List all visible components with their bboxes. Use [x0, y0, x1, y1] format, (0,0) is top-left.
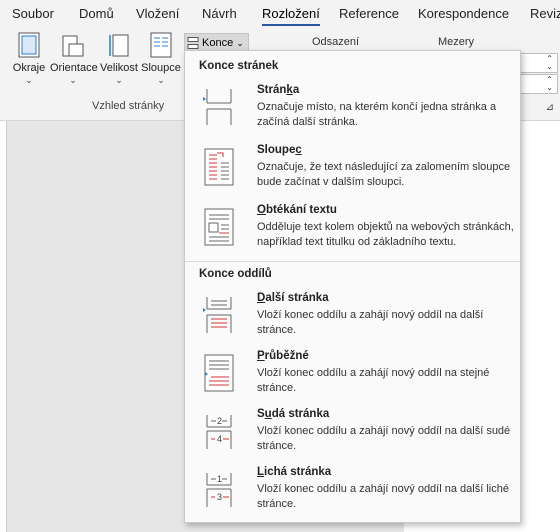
text-wrapping-icon	[204, 208, 234, 246]
odd-page-title: Lichá stránka	[257, 466, 332, 478]
next-page-icon	[203, 297, 232, 333]
orientation-label: Orientace	[50, 62, 98, 74]
tab-revize[interactable]: Reviz	[530, 6, 560, 21]
menu-item-even-page[interactable]: 2 4 Sudá stránka Vloží konec oddílu a za…	[185, 405, 520, 463]
tab-korespondence[interactable]: Korespondence	[418, 6, 509, 21]
page-break-title: Stránka	[257, 84, 300, 96]
continuous-desc: Vloží konec oddílu a zahájí nový oddíl n…	[257, 367, 490, 394]
even-top-number: 2	[217, 416, 222, 426]
even-page-icon: 2 4	[206, 415, 232, 449]
spacing-label: Mezery	[438, 36, 475, 48]
menu-separator	[185, 261, 520, 262]
chevron-down-icon: ⌄	[115, 75, 123, 85]
margins-icon	[18, 32, 40, 58]
columns-icon	[150, 32, 172, 58]
text-wrapping-desc: Odděluje text kolem objektů na webových …	[257, 221, 514, 248]
margins-button[interactable]: Okraje ⌄	[6, 30, 52, 86]
breaks-dropdown-menu: Konce stránek Stránka Označuje místo, na…	[184, 50, 521, 523]
breaks-icon	[187, 37, 199, 49]
section-breaks-header: Konce oddílů	[185, 263, 520, 285]
menu-item-text-wrapping[interactable]: Obtékání textu Odděluje text kolem objek…	[185, 201, 520, 259]
menu-item-continuous[interactable]: Průběžné Vloží konec oddílu a zahájí nov…	[185, 347, 520, 405]
chevron-down-icon: ⌄	[69, 75, 77, 85]
column-break-icon	[204, 148, 234, 186]
size-icon	[109, 34, 129, 57]
page-break-icon	[203, 89, 232, 125]
odd-bottom-number: 3	[217, 492, 222, 502]
page-left-edge	[0, 121, 7, 532]
even-page-title: Sudá stránka	[257, 408, 330, 420]
margins-label: Okraje	[12, 62, 46, 74]
tab-rozlozeni[interactable]: Rozložení	[262, 6, 320, 26]
ribbon-tab-bar: Soubor Domů Vložení Návrh Rozložení Refe…	[0, 0, 560, 28]
chevron-down-icon: ⌄	[157, 75, 165, 85]
tab-vlozeni[interactable]: Vložení	[136, 6, 179, 21]
chevron-down-icon: ⌄	[25, 75, 33, 85]
page-setup-group-label: Vzhled stránky	[92, 100, 165, 112]
menu-item-next-page[interactable]: Další stránka Vloží konec oddílu a zaháj…	[185, 289, 520, 347]
tab-navrh[interactable]: Návrh	[202, 6, 237, 21]
tab-reference[interactable]: Reference	[339, 6, 399, 21]
menu-item-page-break[interactable]: Stránka Označuje místo, na kterém končí …	[185, 81, 520, 139]
next-page-desc: Vloží konec oddílu a zahájí nový oddíl n…	[257, 309, 484, 336]
size-label: Velikost	[100, 62, 138, 74]
size-button[interactable]: Velikost ⌄	[96, 30, 142, 86]
column-break-desc: Označuje, že text následující za zalomen…	[257, 161, 511, 188]
text-wrapping-title: Obtékání textu	[257, 204, 337, 216]
page-break-desc: Označuje místo, na kterém končí jedna st…	[257, 101, 497, 128]
even-page-desc: Vloží konec oddílu a zahájí nový oddíl n…	[257, 425, 511, 452]
continuous-icon	[204, 354, 234, 392]
orientation-button[interactable]: Orientace ⌄	[50, 30, 98, 86]
menu-item-column-break[interactable]: Sloupec Označuje, že text následující za…	[185, 141, 520, 199]
odd-page-icon: 1 3	[206, 473, 232, 507]
odd-page-desc: Vloží konec oddílu a zahájí nový oddíl n…	[257, 483, 509, 510]
tab-domu[interactable]: Domů	[79, 6, 114, 21]
dialog-launcher-icon[interactable]: ⊿	[546, 102, 554, 113]
continuous-title: Průběžné	[257, 350, 309, 362]
page-breaks-header: Konce stránek	[185, 55, 520, 77]
next-page-title: Další stránka	[257, 292, 329, 304]
menu-item-odd-page[interactable]: 1 3 Lichá stránka Vloží konec oddílu a z…	[185, 463, 520, 521]
chevron-down-icon: ⌄	[236, 37, 244, 48]
tab-soubor[interactable]: Soubor	[12, 6, 54, 21]
even-bottom-number: 4	[217, 434, 222, 444]
columns-label: Sloupce	[141, 62, 181, 74]
column-break-title: Sloupec	[257, 144, 302, 156]
indent-label: Odsazení	[312, 36, 360, 48]
columns-button[interactable]: Sloupce ⌄	[138, 30, 184, 86]
orientation-icon	[62, 35, 84, 57]
odd-top-number: 1	[217, 474, 222, 484]
breaks-label: Konce	[202, 37, 234, 49]
